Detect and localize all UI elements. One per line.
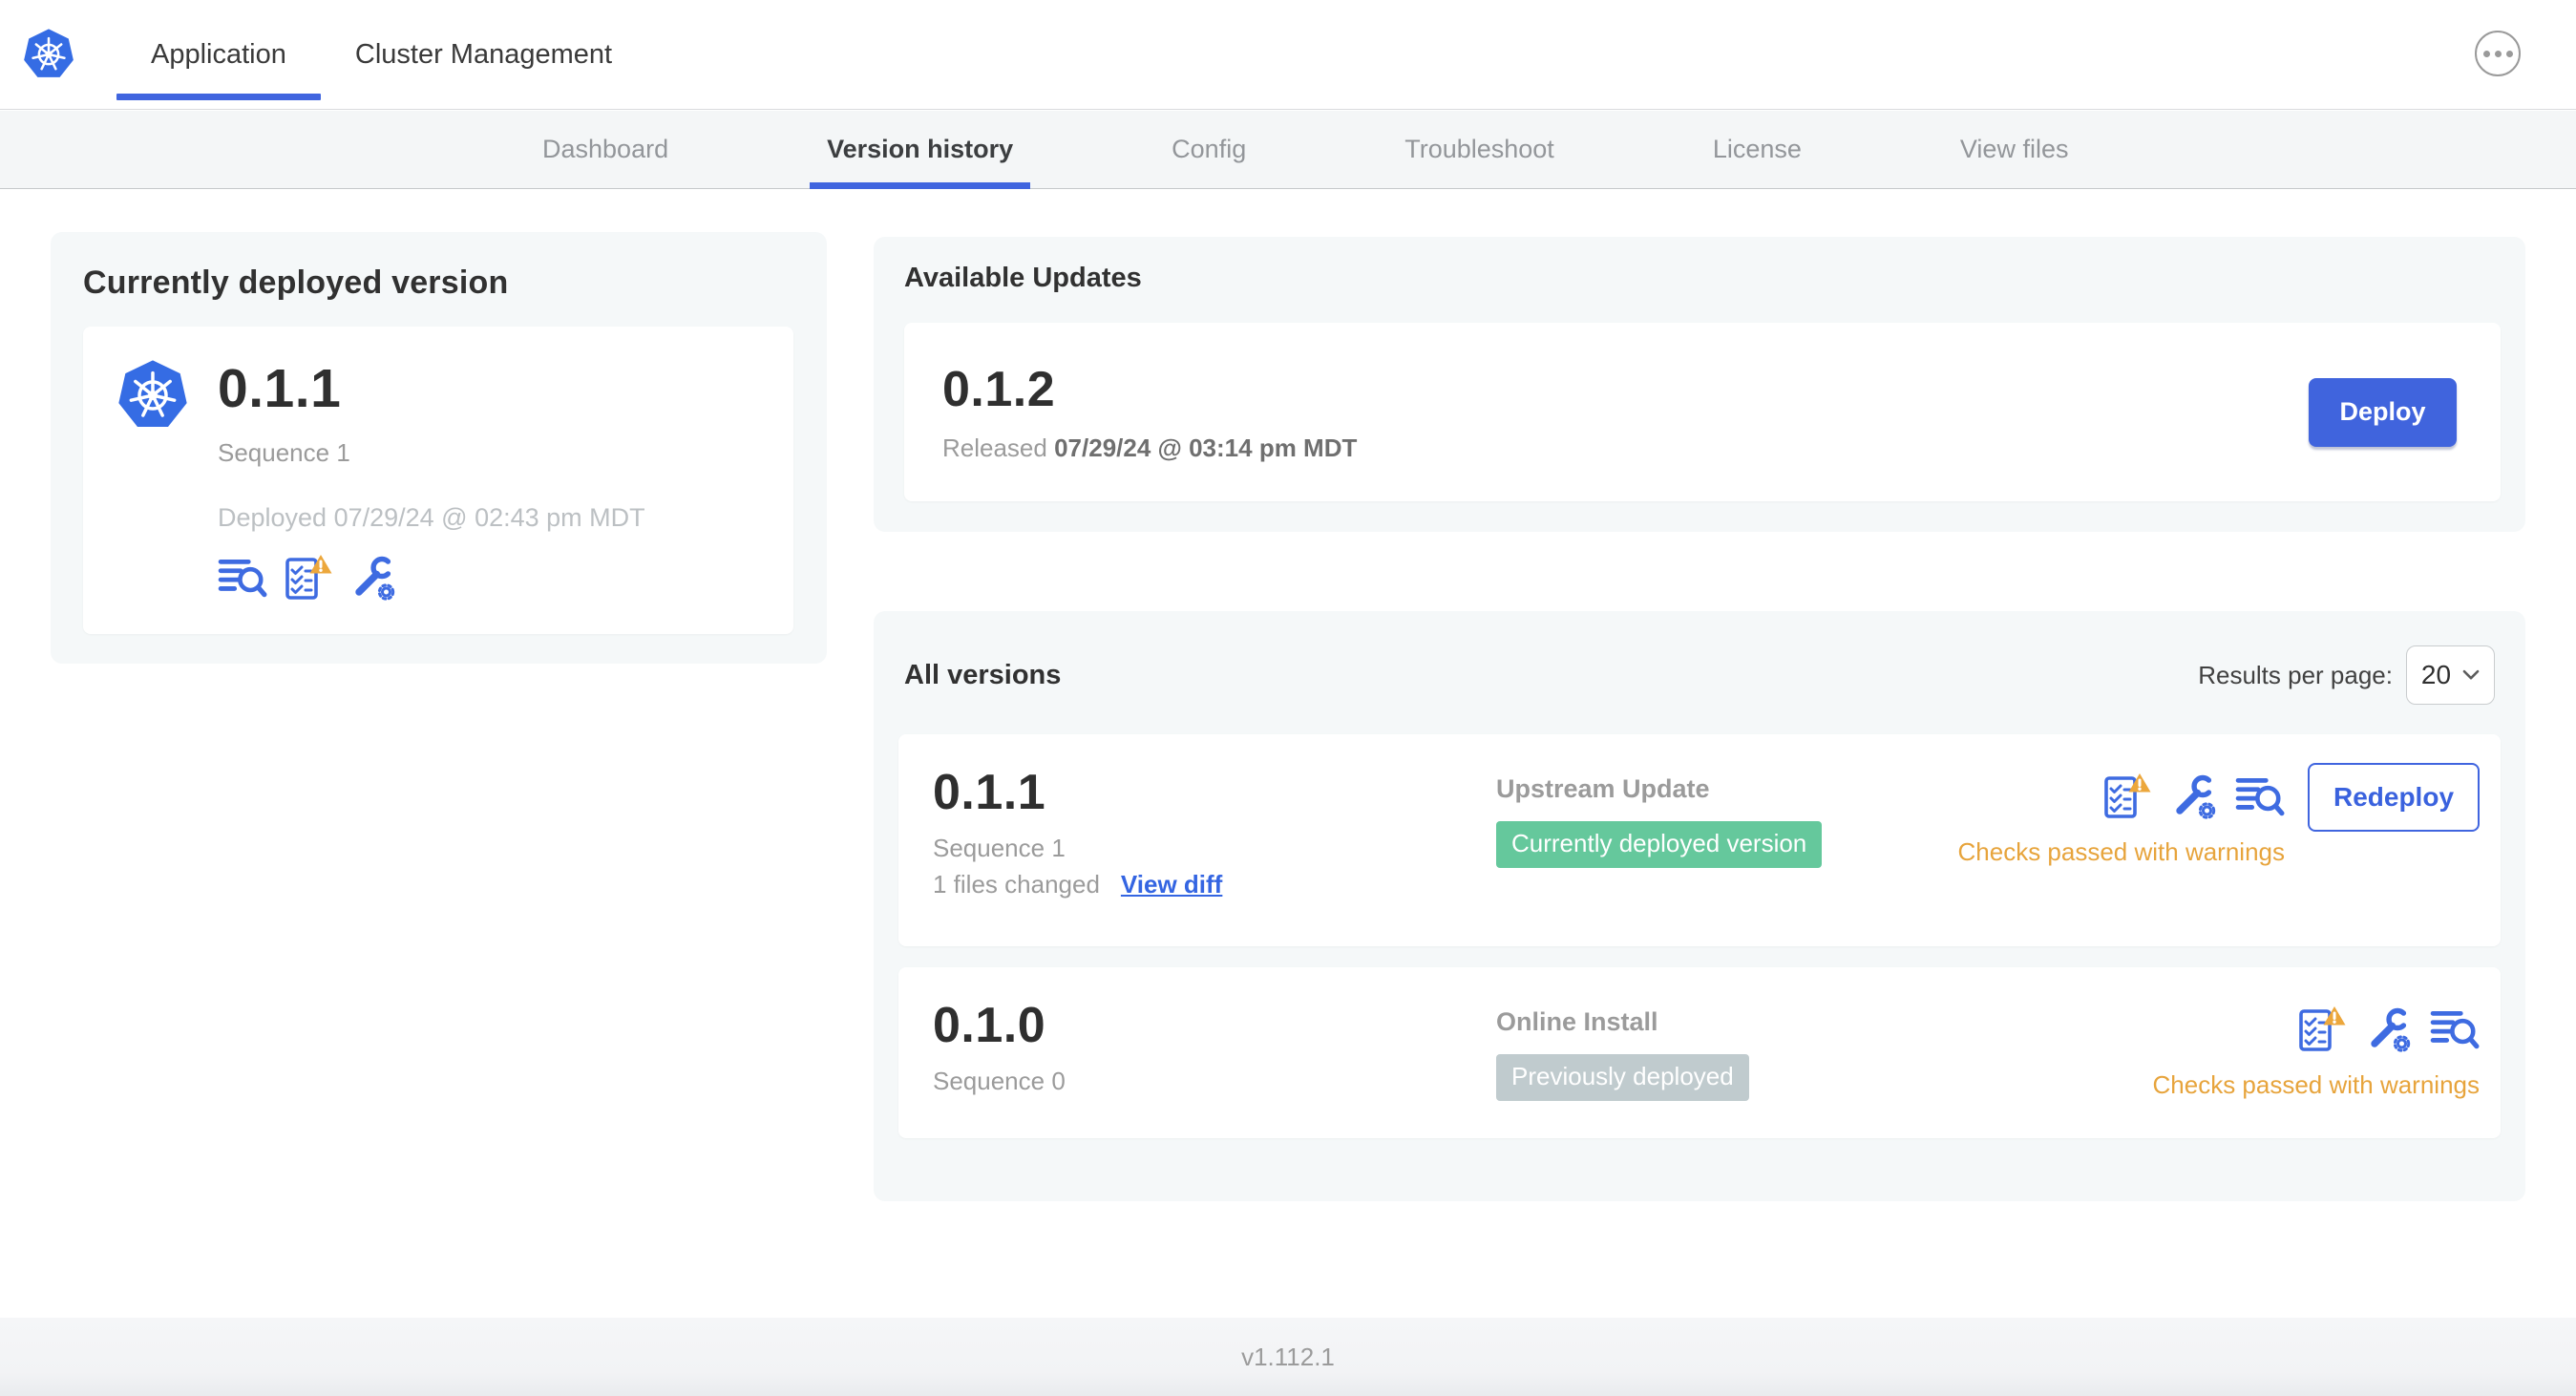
available-updates-title: Available Updates (904, 263, 1142, 293)
row-version-number: 0.1.1 (933, 765, 1046, 820)
tab-view-files[interactable]: View files (1943, 111, 2086, 188)
row-action-icons (2101, 772, 2285, 820)
app-kubernetes-icon (115, 357, 191, 434)
update-released-line: Released 07/29/24 @ 03:14 pm MDT (942, 434, 1357, 463)
preflight-checks-warning-icon[interactable] (2296, 1005, 2346, 1053)
deployed-timestamp: Deployed 07/29/24 @ 02:43 pm MDT (218, 503, 645, 532)
deployed-sequence: Sequence 1 (218, 438, 350, 467)
footer: v1.112.1 (0, 1318, 2576, 1396)
deploy-button[interactable]: Deploy (2309, 377, 2457, 447)
ellipsis-icon (2482, 50, 2490, 57)
previously-deployed-badge: Previously deployed (1496, 1054, 1749, 1101)
version-row-actions: Checks passed with warnings Redeploy (1958, 763, 2480, 867)
top-tabs: Application Cluster Management (116, 0, 646, 109)
version-row-0-1-0: 0.1.0 Sequence 0 Online Install Previous… (898, 967, 2501, 1138)
version-row-actions: Checks passed with warnings (2153, 996, 2481, 1100)
tab-application-label: Application (151, 38, 286, 70)
edit-config-icon[interactable] (2363, 1005, 2413, 1053)
row-sequence: Sequence 0 (933, 1067, 1066, 1095)
currently-deployed-version-card: 0.1.1 Sequence 1 Deployed 07/29/24 @ 02:… (83, 327, 793, 634)
all-versions-header: All versions Results per page: 20 (898, 645, 2501, 705)
more-menu-button[interactable] (2475, 31, 2521, 76)
available-updates-card: Available Updates 0.1.2 Released 07/29/2… (874, 237, 2525, 532)
all-versions-title: All versions (904, 659, 1062, 690)
preflight-checks-warning-icon[interactable] (283, 554, 332, 602)
edit-config-icon[interactable] (2168, 772, 2218, 820)
results-per-page-select[interactable]: 20 (2406, 645, 2495, 705)
available-update-details: 0.1.2 Released 07/29/24 @ 03:14 pm MDT (942, 361, 1357, 463)
results-per-page-value: 20 (2420, 660, 2452, 689)
view-logs-icon[interactable] (218, 554, 267, 602)
currently-deployed-badge: Currently deployed version (1496, 821, 1823, 868)
kubernetes-logo-icon (21, 27, 76, 82)
admin-console-version: v1.112.1 (1241, 1342, 1335, 1371)
available-update-row: 0.1.2 Released 07/29/24 @ 03:14 pm MDT D… (904, 323, 2501, 501)
tab-license[interactable]: License (1696, 111, 1819, 188)
view-logs-icon[interactable] (2430, 1005, 2480, 1053)
view-diff-link[interactable]: View diff (1121, 870, 1222, 899)
deployed-actions (218, 554, 645, 602)
preflight-checks-status[interactable]: Checks passed with warnings (1958, 837, 2286, 867)
released-label: Released (942, 434, 1047, 462)
tab-cluster-management-label: Cluster Management (354, 38, 613, 70)
files-changed-line: 1 files changed View diff (933, 870, 1496, 899)
actions-and-checks: Checks passed with warnings (2153, 1005, 2481, 1100)
version-source: Upstream Update (1496, 774, 1710, 803)
results-per-page: Results per page: 20 (2198, 645, 2495, 705)
main-content: Currently deployed version 0.1.1 Sequenc… (0, 190, 2576, 1318)
tab-troubleshoot[interactable]: Troubleshoot (1387, 111, 1572, 188)
deployed-version-number: 0.1.1 (218, 358, 342, 419)
version-row-0-1-1: 0.1.1 Sequence 1 1 files changed View di… (898, 734, 2501, 946)
version-row-details: 0.1.0 Sequence 0 (933, 996, 1496, 1095)
chevron-down-icon (2462, 669, 2480, 681)
row-sequence: Sequence 1 (933, 834, 1066, 862)
version-row-status: Upstream Update Currently deployed versi… (1496, 774, 1958, 868)
released-timestamp: 07/29/24 @ 03:14 pm MDT (1054, 434, 1358, 462)
version-row-status: Online Install Previously deployed (1496, 1007, 2153, 1101)
preflight-checks-warning-icon[interactable] (2101, 772, 2151, 820)
row-action-icons (2296, 1005, 2480, 1053)
tab-version-history[interactable]: Version history (810, 111, 1031, 189)
all-versions-card: All versions Results per page: 20 0.1.1 … (874, 611, 2525, 1201)
version-source: Online Install (1496, 1007, 1658, 1036)
version-history-page: Application Cluster Management Dashboard… (0, 0, 2576, 1396)
app-sub-nav: Dashboard Version history Config Trouble… (0, 111, 2576, 189)
tab-config[interactable]: Config (1154, 111, 1263, 188)
redeploy-button[interactable]: Redeploy (2308, 763, 2480, 832)
view-logs-icon[interactable] (2235, 772, 2285, 820)
results-per-page-label: Results per page: (2198, 660, 2393, 689)
currently-deployed-card: Currently deployed version 0.1.1 Sequenc… (51, 232, 827, 664)
tab-application[interactable]: Application (116, 0, 321, 109)
edit-config-icon[interactable] (348, 554, 397, 602)
actions-and-checks: Checks passed with warnings (1958, 772, 2286, 867)
top-bar: Application Cluster Management (0, 0, 2576, 110)
version-row-details: 0.1.1 Sequence 1 1 files changed View di… (933, 763, 1496, 899)
tab-dashboard[interactable]: Dashboard (525, 111, 686, 188)
deployed-version-details: 0.1.1 Sequence 1 Deployed 07/29/24 @ 02:… (218, 346, 645, 602)
preflight-checks-status[interactable]: Checks passed with warnings (2153, 1070, 2481, 1100)
files-changed-count: 1 files changed (933, 870, 1100, 899)
row-version-number: 0.1.0 (933, 998, 1046, 1053)
currently-deployed-title: Currently deployed version (83, 264, 509, 301)
update-version-number: 0.1.2 (942, 362, 1056, 417)
tab-cluster-management[interactable]: Cluster Management (321, 0, 646, 109)
